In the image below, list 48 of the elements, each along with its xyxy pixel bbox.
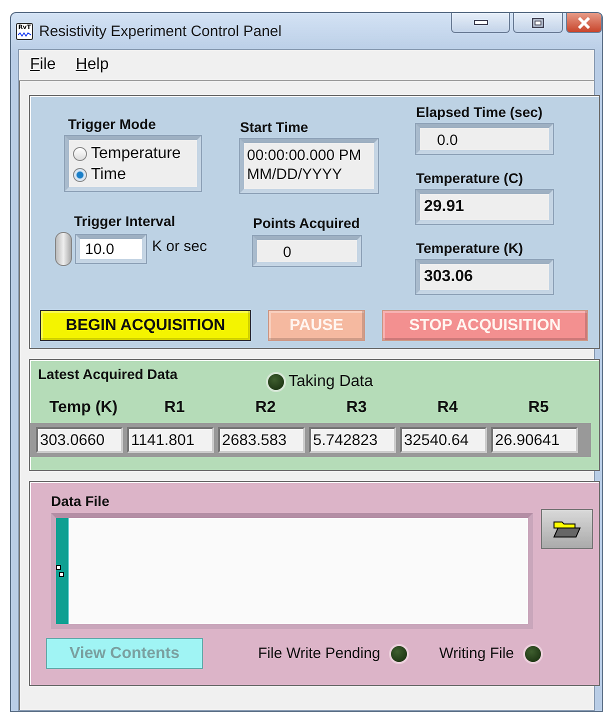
readout-label: Elapsed Time (sec) [416, 104, 543, 120]
close-button[interactable] [566, 13, 602, 33]
browse-folder-button[interactable] [541, 509, 593, 549]
data-cell: 1141.801 [127, 427, 214, 453]
maximize-button[interactable] [513, 13, 563, 33]
data-cell: 303.0660 [36, 427, 123, 453]
data-cell: 5.742823 [309, 427, 396, 453]
close-icon [577, 16, 591, 28]
data-file-label: Data File [51, 493, 110, 509]
radio-option[interactable]: Temperature [73, 143, 193, 164]
menu-item[interactable]: File [28, 56, 58, 74]
data-cell: 2683.583 [218, 427, 305, 453]
readout-display: 0.0 [416, 124, 553, 154]
column-header: Temp (K) [49, 399, 118, 417]
readout-label: Temperature (K) [416, 240, 524, 256]
data-cell: 32540.64 [400, 427, 487, 453]
start-time-display: 00:00:00.000 PM MM/DD/YYYY [240, 139, 378, 193]
minimize-icon [474, 20, 488, 26]
column-header: R3 [346, 399, 367, 417]
data-cell: 26.90641 [491, 427, 578, 453]
readout-display: 29.91 [416, 190, 553, 224]
column-header: R4 [437, 399, 458, 417]
trigger-interval-field[interactable]: 10.0 [76, 235, 146, 263]
column-header: R2 [255, 399, 276, 417]
spinner-control[interactable] [55, 232, 72, 266]
points-acquired-display: 0 [253, 236, 361, 266]
panel-title: Latest Acquired Data [38, 366, 178, 382]
indicator-label: Taking Data [288, 373, 374, 391]
folder-icon [553, 520, 581, 538]
acquisition-button[interactable]: BEGIN ACQUISITION [40, 310, 251, 341]
minimize-button[interactable] [451, 13, 510, 33]
indicator-label: File Write Pending [258, 645, 380, 662]
readout-label: Temperature (C) [416, 170, 524, 186]
start-time-label: Start Time [240, 119, 308, 135]
indicator-label: Writing File [439, 645, 514, 662]
readout-display: 303.06 [416, 260, 553, 294]
trigger-mode-label: Trigger Mode [68, 116, 156, 132]
browse-handle-icon [56, 565, 64, 577]
restore-icon [532, 18, 544, 28]
menu-item[interactable]: Help [74, 56, 111, 74]
column-header: R1 [164, 399, 185, 417]
file-path-field[interactable] [51, 513, 533, 629]
window-title: Resistivity Experiment Control Panel [39, 22, 283, 40]
trigger-interval-label: Trigger Interval [74, 213, 176, 229]
column-header: R5 [528, 399, 549, 417]
points-acquired-label: Points Acquired [253, 215, 360, 231]
unit-label: K or sec [152, 238, 208, 254]
radio-option[interactable]: Time [73, 164, 193, 185]
